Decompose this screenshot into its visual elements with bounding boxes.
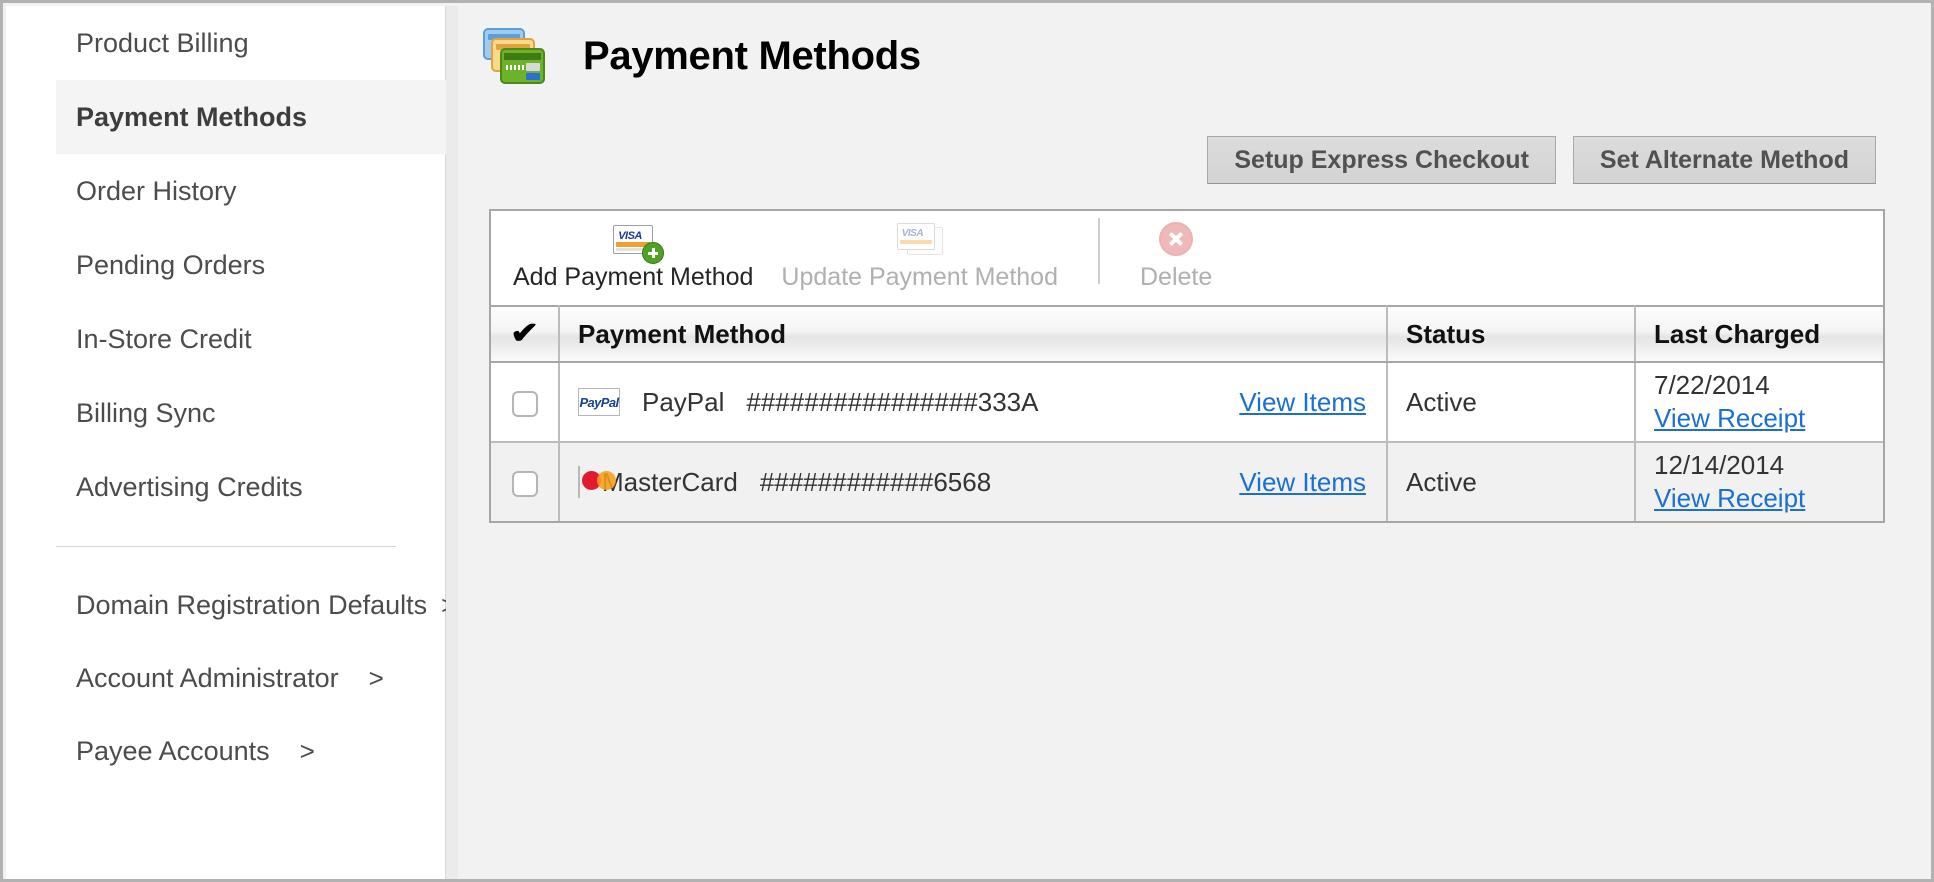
- sidebar-item-label: Payee Accounts: [76, 736, 270, 766]
- visa-card-plus-icon: VISA: [613, 219, 665, 264]
- sidebar-nav-list: Product Billing Payment Methods Order Hi…: [6, 6, 456, 788]
- view-receipt-link[interactable]: View Receipt: [1654, 403, 1805, 433]
- view-items-link[interactable]: View Items: [1239, 387, 1386, 418]
- sidebar-item-in-store-credit[interactable]: In-Store Credit: [6, 302, 446, 376]
- add-payment-method-button[interactable]: VISA Add Payment Method: [499, 211, 767, 292]
- sidebar-item-label: Pending Orders: [76, 250, 266, 280]
- row-checkbox[interactable]: [511, 470, 538, 497]
- set-alternate-method-button[interactable]: Set Alternate Method: [1572, 136, 1876, 184]
- payment-method-number: ################333A: [746, 386, 1039, 417]
- paypal-logo-icon: PayPal: [578, 388, 620, 416]
- payment-method-name: MasterCard: [602, 466, 738, 497]
- sidebar-item-advertising-credits[interactable]: Advertising Credits: [6, 450, 446, 524]
- payment-methods-panel: VISA Add Payment Method VISA Update Paym…: [489, 209, 1885, 523]
- delete-label: Delete: [1139, 263, 1213, 291]
- table-row: MasterCard ############6568 View Items A…: [491, 442, 1883, 521]
- sidebar: Product Billing Payment Methods Order Hi…: [6, 6, 456, 879]
- toolbar-separator: [1097, 218, 1100, 284]
- page-header: Payment Methods: [483, 28, 921, 84]
- sidebar-item-billing-sync[interactable]: Billing Sync: [6, 376, 446, 450]
- setup-express-checkout-button[interactable]: Setup Express Checkout: [1207, 136, 1556, 184]
- panel-toolbar: VISA Add Payment Method VISA Update Paym…: [491, 211, 1883, 305]
- row-checkbox[interactable]: [511, 390, 538, 417]
- sidebar-item-label: Account Administrator: [76, 663, 339, 693]
- update-payment-method-label: Update Payment Method: [781, 263, 1058, 291]
- status-cell: Active: [1387, 362, 1636, 443]
- sidebar-item-label: Order History: [76, 176, 237, 206]
- sidebar-item-label: Advertising Credits: [76, 472, 303, 502]
- payment-method-cell: MasterCard ############6568 View Items: [559, 442, 1388, 521]
- sidebar-divider: [56, 546, 396, 547]
- last-charged-cell: 7/22/2014 View Receipt: [1635, 362, 1883, 443]
- last-charged-date: 7/22/2014: [1654, 370, 1770, 401]
- sidebar-item-payment-methods[interactable]: Payment Methods: [56, 80, 446, 154]
- last-charged-cell: 12/14/2014 View Receipt: [1635, 442, 1883, 521]
- row-select-cell: [491, 442, 560, 521]
- payment-methods-table: ✔ Payment Method Status Last Charged Pay…: [491, 305, 1883, 521]
- sidebar-item-order-history[interactable]: Order History: [6, 154, 446, 228]
- payment-method-cell: PayPal PayPal ################333A View …: [559, 362, 1388, 443]
- payment-methods-page: Product Billing Payment Methods Order Hi…: [0, 0, 1934, 882]
- chevron-right-icon: >: [368, 663, 384, 693]
- payment-method-name: PayPal: [642, 386, 725, 417]
- update-payment-method-button[interactable]: VISA Update Payment Method: [767, 211, 1072, 292]
- column-header-last-charged: Last Charged: [1635, 305, 1883, 363]
- column-header-payment-method: Payment Method: [559, 305, 1388, 363]
- chevron-right-icon: >: [299, 736, 315, 766]
- sidebar-item-label: Payment Methods: [76, 102, 308, 132]
- visa-card-stack-icon: VISA: [896, 219, 943, 259]
- column-header-status: Status: [1387, 305, 1636, 363]
- sidebar-item-account-administrator[interactable]: Account Administrator >: [6, 642, 446, 715]
- plus-badge-icon: [642, 241, 665, 264]
- mastercard-logo-icon: [578, 465, 616, 498]
- view-items-link[interactable]: View Items: [1239, 467, 1386, 498]
- sidebar-content-divider: [446, 6, 458, 879]
- add-payment-method-label: Add Payment Method: [513, 263, 754, 291]
- sidebar-item-label: In-Store Credit: [76, 324, 252, 354]
- sidebar-item-label: Product Billing: [76, 28, 249, 58]
- sidebar-item-pending-orders[interactable]: Pending Orders: [6, 228, 446, 302]
- sidebar-item-payee-accounts[interactable]: Payee Accounts >: [6, 715, 446, 788]
- select-all-column-header[interactable]: ✔: [491, 305, 560, 363]
- action-buttons-group: Setup Express Checkout Set Alternate Met…: [1207, 136, 1876, 184]
- main-content: Payment Methods Setup Express Checkout S…: [458, 6, 1928, 876]
- table-row: PayPal PayPal ################333A View …: [491, 362, 1883, 443]
- delete-button[interactable]: Delete: [1126, 211, 1226, 292]
- sidebar-item-product-billing[interactable]: Product Billing: [6, 6, 446, 80]
- row-select-cell: [491, 362, 560, 443]
- payment-method-number: ############6568: [759, 466, 992, 497]
- sidebar-item-label: Billing Sync: [76, 398, 216, 428]
- sidebar-item-domain-registration-defaults[interactable]: Domain Registration Defaults>: [6, 569, 456, 642]
- last-charged-date: 12/14/2014: [1654, 450, 1785, 481]
- credit-cards-stack-icon: [483, 28, 545, 84]
- status-cell: Active: [1387, 442, 1636, 521]
- page-title: Payment Methods: [583, 33, 921, 78]
- checkmark-icon: ✔: [510, 316, 539, 350]
- delete-x-circle-icon: [1159, 219, 1194, 259]
- view-receipt-link[interactable]: View Receipt: [1654, 483, 1805, 513]
- table-header-row: ✔ Payment Method Status Last Charged: [491, 305, 1883, 363]
- sidebar-item-label: Domain Registration Defaults: [76, 590, 428, 620]
